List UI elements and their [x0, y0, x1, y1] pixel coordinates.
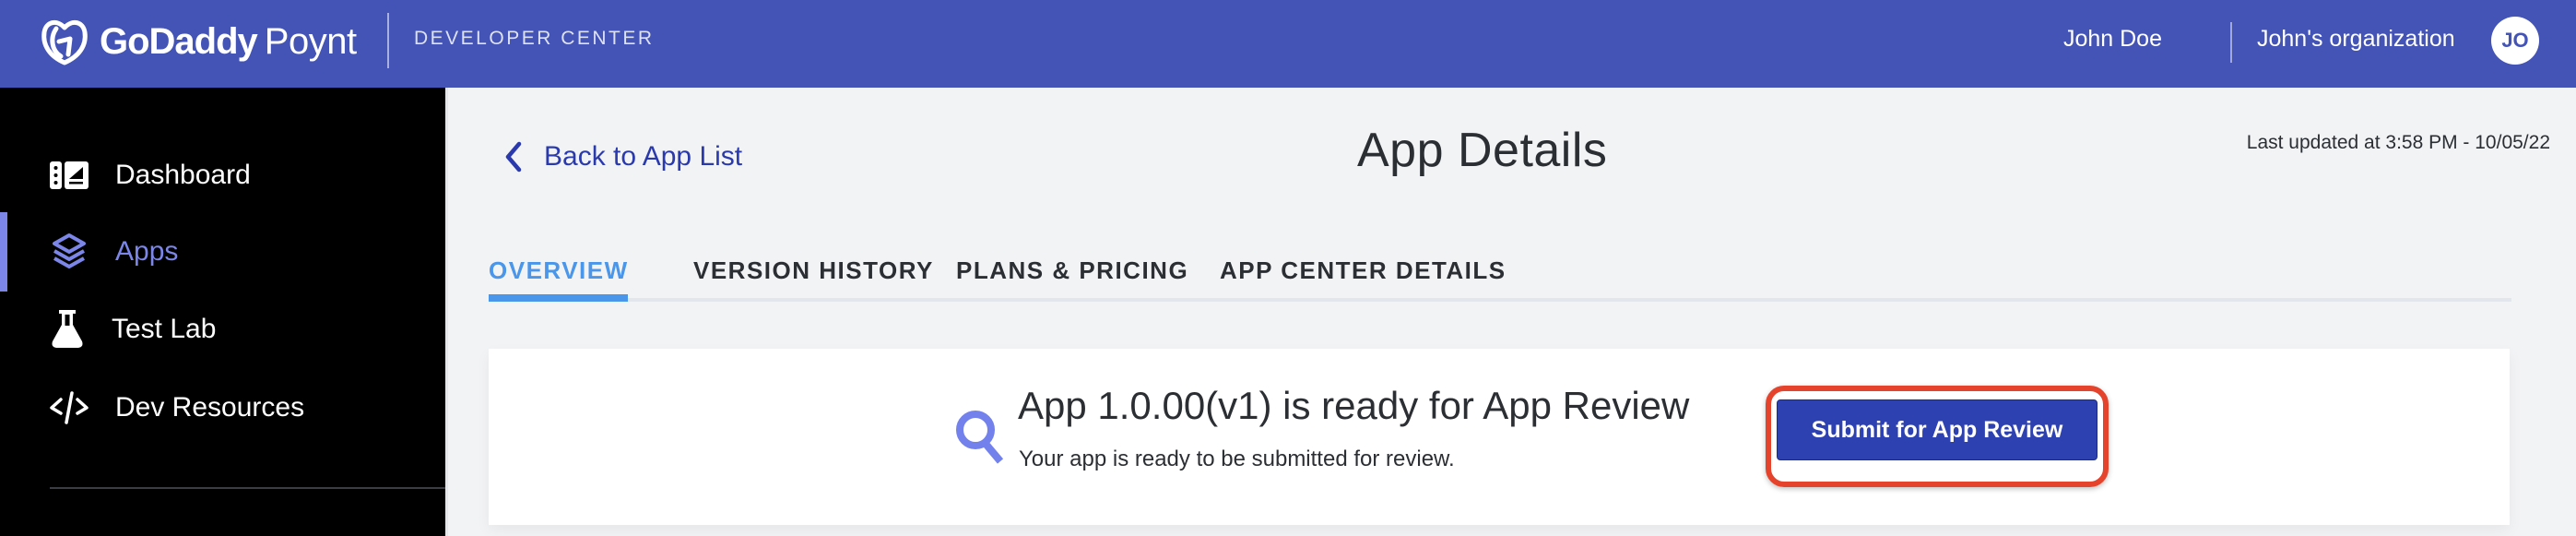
last-updated-timestamp: Last updated at 3:58 PM - 10/05/22	[2246, 132, 2550, 153]
tab-version-history[interactable]: VERSION HISTORY	[693, 243, 934, 298]
sidebar-item-label: Dashboard	[115, 160, 251, 190]
layers-icon	[50, 232, 89, 271]
sidebar: Dashboard Apps Test Lab Dev Resources	[0, 88, 445, 536]
godaddy-heart-logo-icon	[41, 19, 88, 66]
back-to-app-list-link[interactable]: Back to App List	[503, 140, 742, 173]
user-name[interactable]: John Doe	[2063, 26, 2162, 53]
sidebar-item-label: Test Lab	[112, 314, 217, 344]
sidebar-item-dev-resources[interactable]: Dev Resources	[0, 371, 445, 445]
tab-plans-pricing[interactable]: PLANS & PRICING	[956, 243, 1188, 298]
app-review-card: App 1.0.00(v1) is ready for App Review Y…	[489, 349, 2510, 525]
review-status-title: App 1.0.00(v1) is ready for App Review	[1018, 384, 1690, 427]
page-title: App Details	[1357, 124, 1608, 177]
chevron-left-icon	[505, 141, 522, 173]
user-divider	[2230, 22, 2232, 63]
main-content: Back to App List App Details Last update…	[448, 88, 2576, 536]
brand-godaddy: GoDaddy	[100, 20, 258, 62]
header-divider	[387, 13, 389, 68]
back-link-label: Back to App List	[544, 141, 743, 172]
sidebar-divider	[50, 487, 445, 489]
sidebar-item-dashboard[interactable]: Dashboard	[0, 138, 445, 212]
submit-for-app-review-button[interactable]: Submit for App Review	[1777, 399, 2097, 460]
godaddy-poynt-logo[interactable]: GoDaddy Poynt	[39, 16, 357, 67]
search-icon	[956, 411, 1004, 464]
sidebar-item-label: Dev Resources	[115, 392, 305, 423]
flask-icon	[48, 310, 87, 349]
sidebar-item-test-lab[interactable]: Test Lab	[0, 292, 445, 366]
avatar[interactable]: JO	[2491, 17, 2539, 65]
sidebar-item-label: Apps	[115, 236, 179, 267]
tab-overview[interactable]: OVERVIEW	[489, 243, 629, 298]
review-status-subtitle: Your app is ready to be submitted for re…	[1019, 447, 1455, 471]
tab-bar: OVERVIEW VERSION HISTORY PLANS & PRICING…	[489, 243, 2511, 305]
developer-center-label: DEVELOPER CENTER	[414, 28, 655, 49]
top-navigation-bar: GoDaddy Poynt DEVELOPER CENTER John Doe …	[0, 0, 2576, 88]
dashboard-icon	[50, 156, 89, 195]
code-icon	[50, 388, 89, 427]
organization-name[interactable]: John's organization	[2257, 26, 2455, 53]
brand-poynt: Poynt	[264, 20, 357, 62]
active-tab-underline	[489, 294, 628, 302]
tab-track	[489, 298, 2511, 302]
tab-app-center-details[interactable]: APP CENTER DETAILS	[1220, 243, 1507, 298]
sidebar-item-apps[interactable]: Apps	[0, 215, 445, 289]
